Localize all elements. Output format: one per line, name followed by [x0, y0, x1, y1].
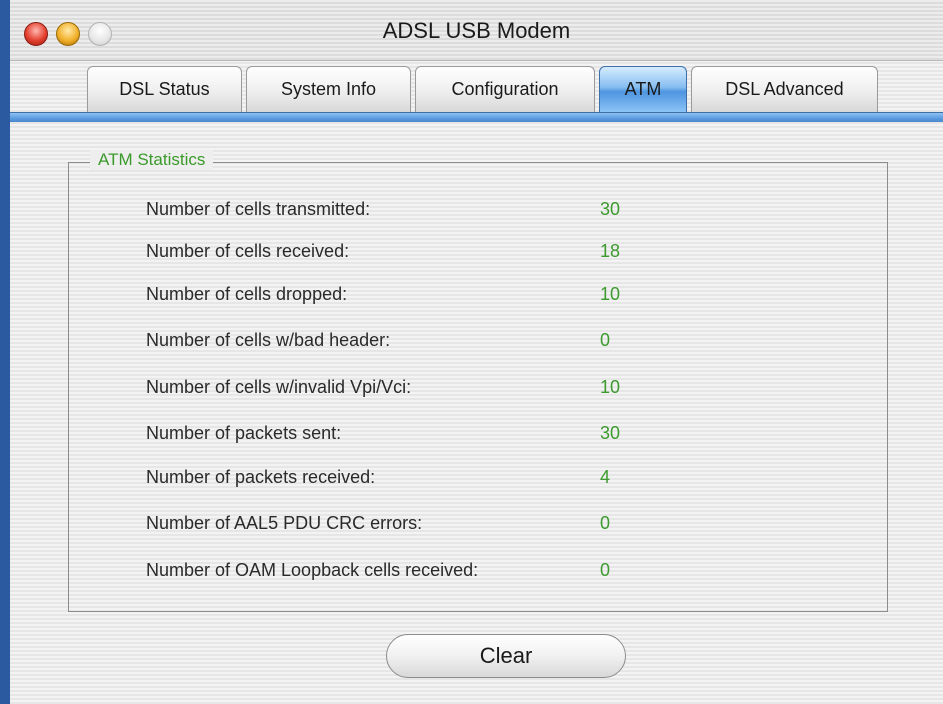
- tab-dsl-advanced[interactable]: DSL Advanced: [691, 66, 878, 112]
- stat-label: Number of OAM Loopback cells received:: [146, 560, 479, 580]
- window-title: ADSL USB Modem: [382, 18, 571, 43]
- stat-value: 4: [600, 467, 611, 487]
- stat-row: Number of cells w/bad header: 0: [146, 330, 686, 358]
- stat-label: Number of cells w/invalid Vpi/Vci:: [146, 377, 412, 397]
- stat-row: Number of cells received: 18: [146, 241, 686, 269]
- tab-configuration[interactable]: Configuration: [415, 66, 595, 112]
- stat-label: Number of cells dropped:: [146, 284, 348, 304]
- stat-value: 0: [600, 513, 611, 533]
- stat-value: 10: [600, 284, 621, 304]
- stat-value: 30: [600, 423, 621, 443]
- title-bar[interactable]: ADSL USB Modem: [10, 0, 943, 61]
- stat-value: 0: [600, 330, 611, 350]
- stat-row: Number of cells transmitted: 30: [146, 199, 686, 227]
- stat-row: Number of OAM Loopback cells received: 0: [146, 560, 686, 588]
- tab-dsl-status[interactable]: DSL Status: [87, 66, 242, 112]
- stat-label: Number of cells transmitted:: [146, 199, 371, 219]
- stat-row: Number of AAL5 PDU CRC errors: 0: [146, 513, 686, 541]
- stat-label: Number of cells received:: [146, 241, 350, 261]
- stat-row: Number of cells w/invalid Vpi/Vci: 10: [146, 377, 686, 405]
- stat-label: Number of cells w/bad header:: [146, 330, 391, 350]
- stat-value: 18: [600, 241, 621, 261]
- stat-row: Number of packets sent: 30: [146, 423, 686, 451]
- stat-row: Number of cells dropped: 10: [146, 284, 686, 312]
- tab-bar: DSL Status System Info Configuration ATM…: [10, 60, 943, 120]
- stat-label: Number of AAL5 PDU CRC errors:: [146, 513, 423, 533]
- stat-value: 30: [600, 199, 621, 219]
- stat-value: 0: [600, 560, 611, 580]
- tab-system-info[interactable]: System Info: [246, 66, 411, 112]
- clear-button[interactable]: Clear: [386, 634, 626, 678]
- stat-label: Number of packets received:: [146, 467, 376, 487]
- stat-row: Number of packets received: 4: [146, 467, 686, 495]
- stat-value: 10: [600, 377, 621, 397]
- atm-statistics-title: ATM Statistics: [90, 150, 214, 170]
- tab-panel-border: [10, 112, 943, 122]
- app-window: ADSL USB Modem DSL Status System Info Co…: [10, 0, 943, 704]
- stat-label: Number of packets sent:: [146, 423, 342, 443]
- tab-atm[interactable]: ATM: [599, 66, 687, 112]
